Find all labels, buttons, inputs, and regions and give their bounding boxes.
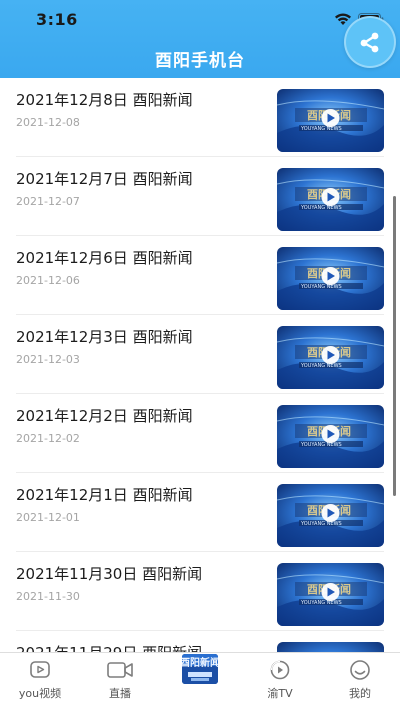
tab-you-video[interactable]: you视频 (0, 653, 80, 710)
tab-label: 直播 (109, 687, 131, 700)
camera-icon (107, 662, 133, 678)
news-title: 2021年12月8日 酉阳新闻 (16, 91, 193, 109)
share-button[interactable] (344, 16, 396, 68)
thumbnail-image: 酉阳新闻YOUYANG NEWS (277, 484, 384, 547)
app-header: 3:16 酉阳手机台 (0, 0, 400, 78)
page-title: 酉阳手机台 (155, 51, 245, 71)
news-date: 2021-12-06 (16, 274, 80, 287)
news-item[interactable]: 2021年11月30日 酉阳新闻 2021-11-30 酉阳新闻YOUYANG … (0, 552, 400, 631)
video-thumbnail[interactable]: 酉阳新闻YOUYANG NEWS (277, 563, 384, 626)
video-thumbnail[interactable]: 酉阳新闻YOUYANG NEWS (277, 484, 384, 547)
news-title: 2021年12月7日 酉阳新闻 (16, 170, 193, 188)
news-item[interactable]: 2021年12月7日 酉阳新闻 2021-12-07 酉阳新闻YOUYANG N… (0, 157, 400, 236)
news-date: 2021-12-07 (16, 195, 80, 208)
center-logo-text: 酉阳新闻 (182, 656, 218, 669)
tab-mine[interactable]: 我的 (320, 653, 400, 710)
video-thumbnail[interactable]: 酉阳新闻YOUYANG NEWS (277, 247, 384, 310)
thumbnail-image: 酉阳新闻YOUYANG NEWS (277, 168, 384, 231)
news-item[interactable]: 2021年12月1日 酉阳新闻 2021-12-01 酉阳新闻YOUYANG N… (0, 473, 400, 552)
news-item[interactable]: 2021年12月8日 酉阳新闻 2021-12-08 酉阳新闻YOUYANG N… (0, 78, 400, 157)
wifi-icon (335, 13, 351, 25)
thumbnail-image: 酉阳新闻YOUYANG NEWS (277, 247, 384, 310)
video-thumbnail[interactable]: 酉阳新闻YOUYANG NEWS (277, 89, 384, 152)
news-date: 2021-12-02 (16, 432, 80, 445)
tab-label: 我的 (349, 687, 371, 700)
news-item[interactable]: 2021年12月3日 酉阳新闻 2021-12-03 酉阳新闻YOUYANG N… (0, 315, 400, 394)
share-icon (360, 32, 379, 53)
thumbnail-image: 酉阳新闻YOUYANG NEWS (277, 405, 384, 468)
tab-yu-tv[interactable]: 渝TV (240, 653, 320, 710)
news-title: 2021年12月2日 酉阳新闻 (16, 407, 193, 425)
news-title: 2021年12月1日 酉阳新闻 (16, 486, 193, 504)
thumbnail-sub-text: YOUYANG NEWS (300, 126, 342, 132)
thumbnail-image: 酉阳新闻YOUYANG NEWS (277, 563, 384, 626)
status-bar: 3:16 (0, 0, 400, 40)
center-logo[interactable]: 酉阳新闻 (182, 654, 218, 684)
news-item[interactable]: 2021年12月6日 酉阳新闻 2021-12-06 酉阳新闻YOUYANG N… (0, 236, 400, 315)
thumbnail-image: 酉阳新闻YOUYANG NEWS (277, 326, 384, 389)
thumbnail-sub-text: YOUYANG NEWS (300, 442, 342, 448)
thumbnail-sub-text: YOUYANG NEWS (300, 284, 342, 290)
video-thumbnail[interactable]: 酉阳新闻YOUYANG NEWS (277, 168, 384, 231)
news-title: 2021年12月6日 酉阳新闻 (16, 249, 193, 267)
news-date: 2021-12-03 (16, 353, 80, 366)
news-title: 2021年11月29日 酉阳新闻 (16, 642, 202, 652)
tv-icon (270, 660, 290, 680)
video-thumbnail[interactable]: 酉阳新闻YOUYANG NEWS (277, 326, 384, 389)
tab-label: 渝TV (267, 687, 293, 700)
news-date: 2021-11-30 (16, 590, 80, 603)
news-title: 2021年11月30日 酉阳新闻 (16, 565, 203, 583)
status-time: 3:16 (36, 10, 78, 29)
news-date: 2021-12-01 (16, 511, 80, 524)
thumbnail-sub-text: YOUYANG NEWS (300, 363, 342, 369)
smile-icon (350, 660, 370, 680)
video-thumbnail[interactable]: 酉阳新闻YOUYANG NEWS (277, 405, 384, 468)
tab-label: you视频 (18, 687, 62, 700)
tab-live[interactable]: 直播 (80, 653, 160, 710)
thumbnail-sub-text: YOUYANG NEWS (300, 521, 342, 527)
thumbnail-sub-text: YOUYANG NEWS (300, 600, 342, 606)
news-title: 2021年12月3日 酉阳新闻 (16, 328, 193, 346)
news-list[interactable]: 2021年12月8日 酉阳新闻 2021-12-08 酉阳新闻YOUYANG N… (0, 78, 400, 652)
scrollbar[interactable] (393, 196, 396, 496)
thumbnail-image: 酉阳新闻YOUYANG NEWS (277, 642, 384, 652)
news-item[interactable]: 2021年12月2日 酉阳新闻 2021-12-02 酉阳新闻YOUYANG N… (0, 394, 400, 473)
video-play-icon (30, 661, 50, 678)
thumbnail-sub-text: YOUYANG NEWS (300, 205, 342, 211)
news-date: 2021-12-08 (16, 116, 80, 129)
video-thumbnail[interactable]: 酉阳新闻YOUYANG NEWS (277, 642, 384, 652)
thumbnail-image: 酉阳新闻YOUYANG NEWS (277, 89, 384, 152)
news-item[interactable]: 2021年11月29日 酉阳新闻 酉阳新闻YOUYANG NEWS (0, 631, 400, 652)
